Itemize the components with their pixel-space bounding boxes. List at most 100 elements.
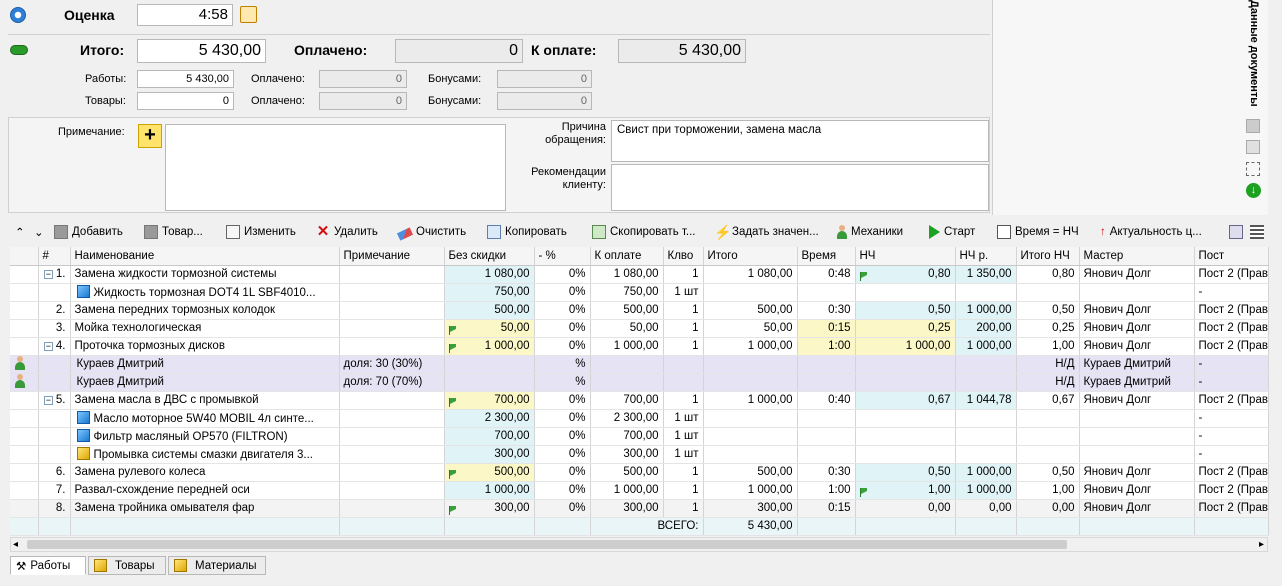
expand-down-icon[interactable]: ⌄ — [34, 223, 44, 241]
calendar-clock-icon[interactable] — [240, 6, 257, 23]
col-nh[interactable]: НЧ — [855, 247, 956, 266]
table-row[interactable]: 3. Мойка технологическая 50,00 0% 50,00 1 50,0… — [10, 319, 1269, 338]
row-pay: 1 000,00 — [590, 481, 664, 500]
row-master — [1079, 409, 1195, 428]
row-icon-cell — [10, 481, 39, 500]
paid-goods-field: 0 — [319, 92, 407, 110]
row-num — [38, 409, 71, 428]
row-totnh: 1,00 — [1016, 337, 1080, 356]
table-row[interactable]: −1. Замена жидкости тормозной системы 1 08… — [10, 265, 1269, 284]
row-note — [339, 301, 445, 320]
side-down-icon[interactable]: ↓ — [1246, 183, 1261, 198]
add-note-button[interactable]: + — [138, 124, 162, 148]
copy-button[interactable]: Копировать — [487, 223, 567, 241]
collapse-icon[interactable]: − — [43, 270, 53, 279]
part-row[interactable]: Фильтр масляный OP570 (FILTRON) 700,00 0% 7… — [10, 427, 1269, 446]
copy-to-button[interactable]: Скопировать т... — [592, 223, 695, 241]
table-row[interactable]: −4. Проточка тормозных дисков 1 000,00 0% 1 … — [10, 337, 1269, 356]
side-refresh-icon[interactable] — [1246, 140, 1260, 154]
row-num-text: 6. — [55, 466, 66, 478]
goods-button[interactable]: Товар... — [144, 223, 203, 241]
part-row[interactable]: Масло моторное 5W40 MOBIL 4л синте... 2 3… — [10, 409, 1269, 428]
scroll-thumb[interactable] — [27, 540, 1067, 549]
part-row[interactable]: Жидкость тормозная DOT4 1L SBF4010... 750… — [10, 283, 1269, 302]
start-button[interactable]: Старт — [929, 223, 975, 241]
horizontal-scrollbar[interactable]: ◂ ▸ — [10, 537, 1268, 552]
reason-textarea[interactable]: Свист при торможении, замена масла — [611, 120, 989, 162]
checkbox-icon — [997, 225, 1011, 239]
scroll-left-arrow[interactable]: ◂ — [13, 538, 18, 551]
row-qty: 1 шт — [663, 283, 704, 302]
col-num[interactable]: # — [38, 247, 71, 266]
row-name: Кураев Дмитрий — [70, 355, 340, 374]
tab-materials[interactable]: Материалы — [168, 556, 266, 575]
collapse-icon[interactable]: − — [43, 342, 53, 351]
mechanic-row[interactable]: Кураев Дмитрий доля: 30 (30%)% Н/Д Кураев Д… — [10, 355, 1269, 374]
table-row[interactable]: 7. Развал-схождение передней оси 1 000,00 0… — [10, 481, 1269, 500]
row-qty: 1 — [663, 499, 704, 518]
col-post[interactable]: Пост — [1194, 247, 1269, 266]
mechanic-row[interactable]: Кураев Дмитрий доля: 70 (70%)% Н/Д Кураев Д… — [10, 373, 1269, 392]
col-time[interactable]: Время — [797, 247, 856, 266]
actual-button[interactable]: ↑ Актуальность ц... — [1100, 223, 1202, 241]
row-num — [38, 373, 71, 392]
clear-button[interactable]: Очистить — [396, 223, 466, 241]
row-time — [797, 373, 856, 392]
columns-icon[interactable] — [1250, 223, 1264, 241]
col-total[interactable]: Итого — [703, 247, 798, 266]
mechanics-button[interactable]: Механики — [836, 223, 903, 241]
side-add-icon[interactable] — [1246, 119, 1260, 133]
collapse-up-icon[interactable]: ⌃ — [15, 223, 25, 241]
side-vertical-label[interactable]: Данные документы — [1244, 0, 1260, 110]
edit-button[interactable]: Изменить — [226, 223, 296, 241]
time-nh-checkbox[interactable]: Время = НЧ — [997, 223, 1079, 241]
col-note[interactable]: Примечание — [339, 247, 445, 266]
row-name-text: Промывка системы смазки двигателя 3... — [93, 449, 313, 461]
note-label: Примечание: — [58, 126, 125, 138]
add-button[interactable]: Добавить — [54, 223, 123, 241]
row-qty: 1 шт — [663, 427, 704, 446]
tab-goods[interactable]: Товары — [88, 556, 166, 575]
col-nhr[interactable]: НЧ р. — [955, 247, 1017, 266]
recom-textarea[interactable] — [611, 164, 989, 211]
col-qty[interactable]: Клво — [663, 247, 704, 266]
reason-label: Причина обращения: — [545, 121, 606, 146]
side-node-icon[interactable] — [1246, 162, 1260, 176]
set-value-button[interactable]: ⚡ Задать значен... — [714, 223, 819, 241]
col-totnh[interactable]: Итого НЧ — [1016, 247, 1080, 266]
col-pct[interactable]: - % — [534, 247, 591, 266]
row-pct: % — [534, 355, 591, 374]
table-row[interactable]: 8. Замена тройника омывателя фар 300,00 0% 3… — [10, 499, 1269, 518]
print-icon[interactable] — [1229, 223, 1243, 241]
row-name: Фильтр масляный OP570 (FILTRON) — [70, 427, 340, 446]
row-nodisc: 50,00 — [444, 319, 535, 338]
col-master[interactable]: Мастер — [1079, 247, 1195, 266]
table-row[interactable]: 6. Замена рулевого колеса 500,00 0% 500,00 1 5… — [10, 463, 1269, 482]
row-nodisc: 1 000,00 — [444, 481, 535, 500]
col-nodisc[interactable]: Без скидки — [444, 247, 535, 266]
row-nhr: 0,00 — [955, 499, 1017, 518]
row-time: 1:00 — [797, 337, 856, 356]
tab-works[interactable]: ⚒ Работы — [10, 556, 86, 575]
row-name-text: Мойка технологическая — [74, 322, 202, 334]
row-pay: 750,00 — [590, 283, 664, 302]
row-nodisc: 500,00 — [444, 463, 535, 482]
row-nodisc — [444, 373, 535, 392]
row-num-text: 1. — [55, 268, 66, 280]
goods-tab-icon — [94, 559, 107, 572]
estimate-time-field[interactable]: 4:58 — [137, 4, 233, 26]
row-nh — [855, 373, 956, 392]
col-pay[interactable]: К оплате — [590, 247, 664, 266]
note-textarea[interactable] — [165, 124, 506, 211]
table-row[interactable]: −5. Замена масла в ДВС с промывкой 700,00 0… — [10, 391, 1269, 410]
row-post: Пост 2 (Прав — [1194, 481, 1269, 500]
topay-label: К оплате: — [531, 42, 597, 58]
row-name-text: Замена тройника омывателя фар — [74, 502, 255, 514]
row-total — [703, 445, 798, 464]
scroll-right-arrow[interactable]: ▸ — [1259, 538, 1264, 551]
collapse-icon[interactable]: − — [43, 396, 53, 405]
part-row[interactable]: Промывка системы смазки двигателя 3... 30… — [10, 445, 1269, 464]
delete-button[interactable]: ✕ Удалить — [316, 223, 378, 241]
table-row[interactable]: 2. Замена передних тормозных колодок 500,0… — [10, 301, 1269, 320]
col-name[interactable]: Наименование — [70, 247, 340, 266]
